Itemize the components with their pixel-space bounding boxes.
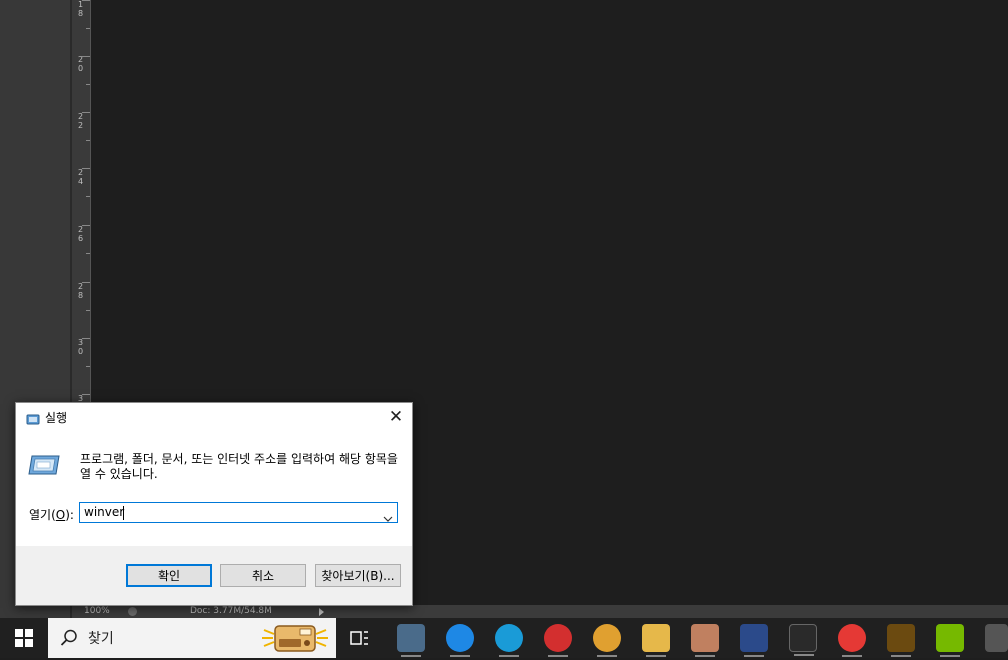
running-indicator xyxy=(646,655,666,657)
radio-icon[interactable] xyxy=(260,620,330,660)
play-arrow-icon[interactable] xyxy=(319,608,324,616)
chrome-icon[interactable] xyxy=(838,624,866,657)
open-label-suffix: ): xyxy=(65,508,74,522)
ruler-tick xyxy=(86,28,90,29)
search-placeholder: 찾기 xyxy=(88,631,114,647)
task-view-icon[interactable] xyxy=(345,628,373,652)
nvidia-icon[interactable] xyxy=(936,624,964,657)
running-indicator xyxy=(499,655,519,657)
taskbar: 찾기 xyxy=(0,618,1008,658)
cloud-icon[interactable] xyxy=(446,624,474,657)
open-label-prefix: 열기( xyxy=(29,508,56,522)
start-button[interactable] xyxy=(0,618,48,658)
taskbar-app-icon[interactable] xyxy=(985,624,1008,652)
run-small-icon xyxy=(26,411,40,430)
running-indicator xyxy=(548,655,568,657)
ruler-tick xyxy=(86,140,90,141)
open-label: 열기(O): xyxy=(29,506,74,523)
ruler-tick xyxy=(86,366,90,367)
open-input-value: winver xyxy=(84,505,125,519)
windows-icon xyxy=(15,629,33,647)
ruler-label: 2 8 xyxy=(77,282,84,300)
chrome-icon[interactable] xyxy=(593,624,621,657)
taskbar-app-icon[interactable] xyxy=(397,624,425,657)
running-indicator xyxy=(450,655,470,657)
ruler-label: 2 2 xyxy=(77,112,84,130)
browse-button[interactable]: 찾아보기(B)... xyxy=(315,564,401,587)
cancel-button[interactable]: 취소 xyxy=(220,564,306,587)
info-icon[interactable] xyxy=(128,607,137,616)
search-box[interactable]: 찾기 xyxy=(48,618,336,658)
close-icon[interactable]: ✕ xyxy=(380,403,412,431)
edge-icon[interactable] xyxy=(495,624,523,657)
dialog-description: 프로그램, 폴더, 문서, 또는 인터넷 주소를 입력하여 해당 항목을 열 수… xyxy=(80,452,398,481)
ruler-label: 2 4 xyxy=(77,168,84,186)
photo-icon[interactable] xyxy=(691,624,719,657)
dialog-body: 프로그램, 폴더, 문서, 또는 인터넷 주소를 입력하여 해당 항목을 열 수… xyxy=(16,431,412,546)
illustrator-icon[interactable] xyxy=(887,624,915,657)
ruler-tick xyxy=(86,310,90,311)
folder-icon[interactable] xyxy=(642,624,670,657)
doc-info: Doc: 3.77M/54.8M xyxy=(190,606,272,616)
ruler-label: 1 8 xyxy=(77,0,84,18)
running-indicator xyxy=(597,655,617,657)
open-label-mnemonic: O xyxy=(55,508,66,522)
terminal-icon[interactable] xyxy=(789,624,817,656)
chevron-down-icon[interactable] xyxy=(383,508,393,527)
text-cursor xyxy=(123,506,124,520)
dialog-titlebar[interactable]: 실행 ✕ xyxy=(16,403,412,431)
ruler-label: 3 0 xyxy=(77,338,84,356)
zoom-level[interactable]: 100% xyxy=(84,605,110,618)
ruler-label: 2 0 xyxy=(77,55,84,73)
running-indicator xyxy=(842,655,862,657)
ruler-label: 2 6 xyxy=(77,225,84,243)
dialog-title: 실행 xyxy=(45,411,68,425)
running-indicator xyxy=(891,655,911,657)
running-indicator xyxy=(744,655,764,657)
open-input[interactable]: winver xyxy=(79,502,398,523)
opera-icon[interactable] xyxy=(544,624,572,657)
ruler-tick xyxy=(86,84,90,85)
running-indicator xyxy=(695,655,715,657)
running-indicator xyxy=(940,655,960,657)
run-dialog: 실행 ✕ 프로그램, 폴더, 문서, 또는 인터넷 주소를 입력하여 해당 항목… xyxy=(15,402,413,606)
status-bar: 100% Doc: 3.77M/54.8M xyxy=(72,605,1008,618)
running-indicator xyxy=(401,655,421,657)
ruler-tick xyxy=(86,253,90,254)
ruler-tick xyxy=(86,196,90,197)
ok-button[interactable]: 확인 xyxy=(126,564,212,587)
run-icon xyxy=(27,453,61,481)
search-icon xyxy=(60,629,78,651)
running-indicator xyxy=(794,654,814,656)
photoshop-icon[interactable] xyxy=(740,624,768,657)
